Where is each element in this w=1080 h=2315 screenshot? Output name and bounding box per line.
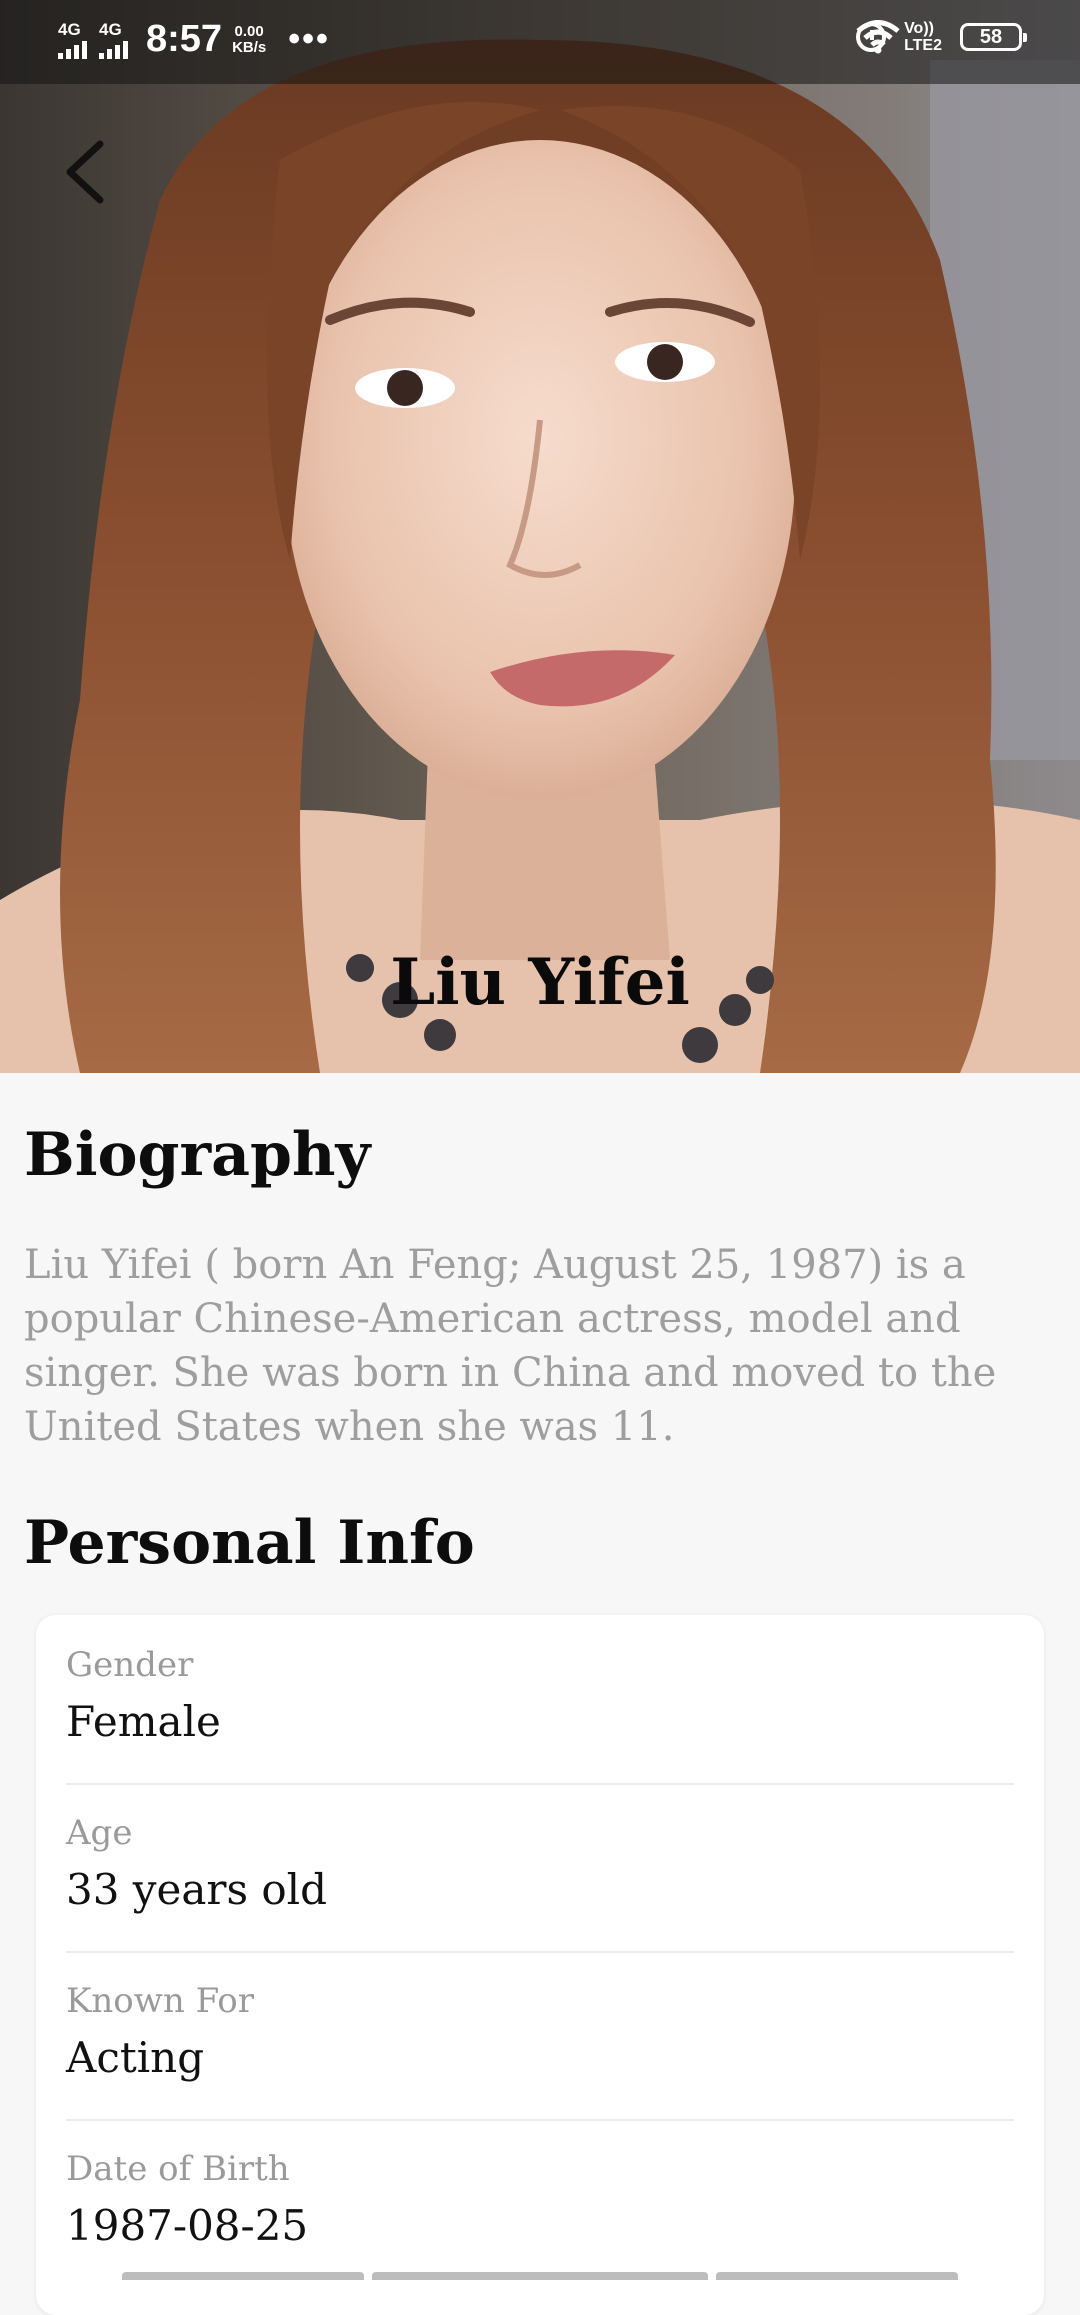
- portrait-image: [0, 0, 1080, 1073]
- volte-indicator: Vo)) LTE2: [904, 20, 942, 54]
- more-notifications-icon: •••: [288, 20, 330, 58]
- info-label: Age: [66, 1813, 133, 1853]
- speed-value: 0.00: [234, 22, 264, 40]
- clock: 8:57: [146, 18, 223, 60]
- divider: [66, 1951, 1014, 1953]
- personal-info-card: Gender Female Age 33 years old Known For…: [36, 1615, 1044, 2315]
- network-speed: 0.00 KB/s: [232, 22, 267, 56]
- network-type-1: 4G: [58, 19, 81, 39]
- info-value: 1987-08-25: [66, 2201, 309, 2250]
- signal-2: 4G: [99, 19, 128, 59]
- wifi-icon: [856, 20, 900, 54]
- speed-unit: KB/s: [232, 38, 267, 56]
- nav-gesture-bar: [372, 2272, 708, 2280]
- info-row-known-for: Known For Acting: [66, 1981, 1014, 2082]
- back-button[interactable]: [58, 136, 118, 206]
- battery-icon: 58: [960, 23, 1027, 51]
- nav-gesture-bar: [122, 2272, 364, 2280]
- info-value: Female: [66, 1697, 221, 1746]
- status-bar: 4G 4G 8:57 0.00 KB/s ••• Vo)) LTE2 58: [0, 0, 1080, 84]
- info-label: Date of Birth: [66, 2149, 290, 2189]
- info-row-gender: Gender Female: [66, 1645, 1014, 1746]
- network-type-2: 4G: [99, 19, 122, 39]
- person-name: Liu Yifei: [390, 945, 690, 1020]
- signal-bars-icon: [58, 39, 87, 59]
- biography-text: Liu Yifei ( born An Feng; August 25, 198…: [24, 1242, 997, 1450]
- profile-photo: 4G 4G 8:57 0.00 KB/s ••• Vo)) LTE2 58 Li…: [0, 0, 1080, 1073]
- volte-top: Vo)): [904, 20, 934, 37]
- divider: [66, 2119, 1014, 2121]
- info-label: Known For: [66, 1981, 255, 2021]
- info-value: 33 years old: [66, 1865, 328, 1914]
- biography-heading: Biography: [24, 1120, 371, 1190]
- personal-info-heading: Personal Info: [24, 1508, 475, 1578]
- chevron-left-icon: [66, 140, 104, 204]
- signal-bars-icon: [99, 39, 128, 59]
- info-row-date-of-birth: Date of Birth 1987-08-25: [66, 2149, 1014, 2250]
- info-row-age: Age 33 years old: [66, 1813, 1014, 1914]
- volte-bottom: LTE2: [904, 37, 942, 54]
- signal-1: 4G: [58, 19, 87, 59]
- nav-gesture-bar: [716, 2272, 958, 2280]
- divider: [66, 1783, 1014, 1785]
- info-value: Acting: [66, 2033, 205, 2082]
- info-label: Gender: [66, 1645, 194, 1685]
